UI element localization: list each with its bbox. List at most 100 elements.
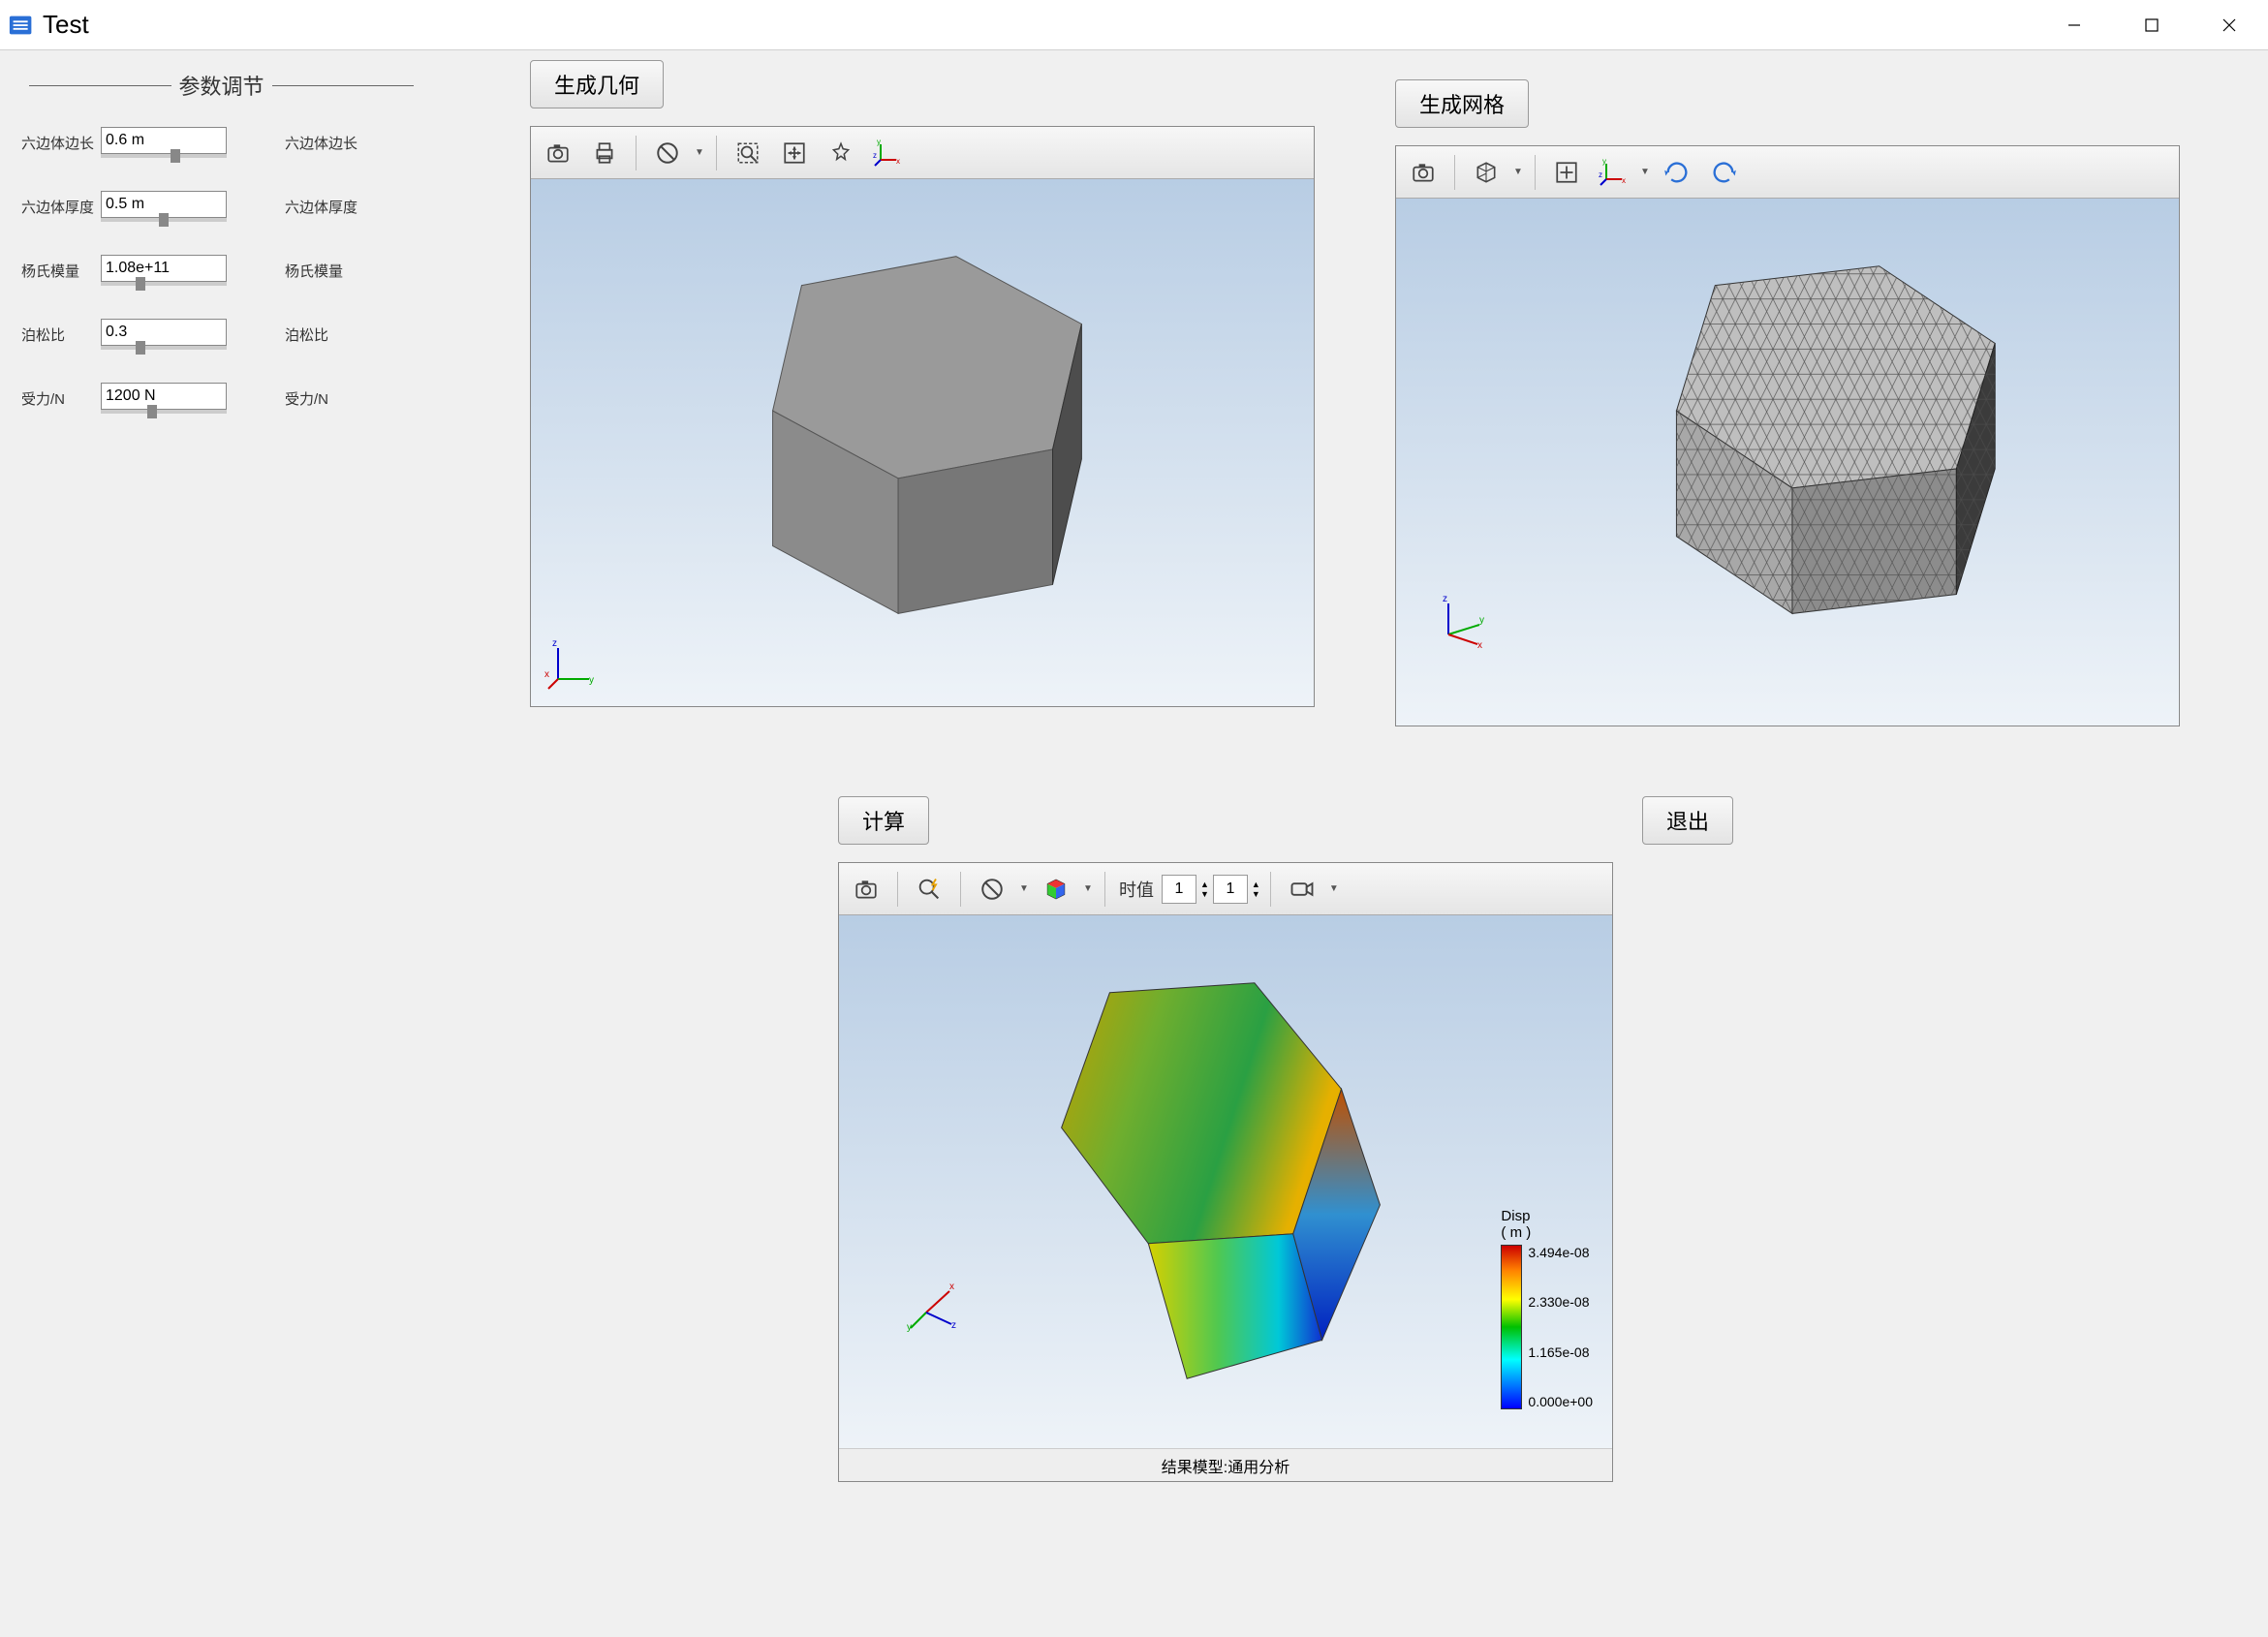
geometry-toolbar: ▼ y x z xyxy=(531,127,1314,179)
axis-triad-icon[interactable]: y x z xyxy=(1592,151,1634,194)
axis-gizmo: z y x xyxy=(544,634,603,693)
svg-text:y: y xyxy=(1479,615,1484,626)
compute-button[interactable]: 计算 xyxy=(838,796,929,845)
minimize-button[interactable] xyxy=(2035,0,2113,50)
camera-icon[interactable] xyxy=(537,132,579,174)
param-edge-length-label2: 六边体边长 xyxy=(285,133,357,153)
dropdown-icon[interactable]: ▼ xyxy=(1511,167,1525,177)
dropdown-icon[interactable]: ▼ xyxy=(1327,883,1341,894)
svg-text:z: z xyxy=(1599,170,1602,179)
time-label: 时值 xyxy=(1119,877,1154,902)
star-tool-icon[interactable] xyxy=(820,132,862,174)
legend-colorbar xyxy=(1501,1245,1522,1409)
window-controls xyxy=(2035,0,2268,50)
param-poisson-label: 泊松比 xyxy=(21,324,101,345)
mesh-canvas[interactable]: z y x xyxy=(1396,199,2179,726)
legend-tick: 1.165e-08 xyxy=(1528,1344,1593,1360)
svg-text:z: z xyxy=(552,638,557,649)
sidebar-heading-label: 参数调节 xyxy=(179,70,264,101)
svg-text:x: x xyxy=(949,1282,954,1292)
svg-text:y: y xyxy=(877,139,881,146)
param-row-edge-length: 六边体边长 0.6 m 六边体边长 xyxy=(21,110,421,174)
axis-triad-icon[interactable]: y x z xyxy=(866,132,909,174)
print-icon[interactable] xyxy=(583,132,626,174)
param-youngs-label: 杨氏模量 xyxy=(21,261,101,281)
svg-text:x: x xyxy=(1477,640,1482,648)
result-canvas[interactable]: x y z Disp ( m ) 3.494e-08 2.330e-08 1.165… xyxy=(839,915,1612,1448)
param-row-poisson: 泊松比 0.3 泊松比 xyxy=(21,302,421,366)
titlebar: Test xyxy=(0,0,2268,50)
param-row-force: 受力/N 1200 N 受力/N xyxy=(21,366,421,430)
sidebar: 参数调节 六边体边长 0.6 m 六边体边长 六边体厚度 0.5 m 六边体厚度… xyxy=(0,50,441,1637)
svg-text:y: y xyxy=(907,1322,912,1332)
param-thickness-label2: 六边体厚度 xyxy=(285,197,357,217)
spin-down-icon[interactable]: ▼ xyxy=(1200,889,1209,899)
cube-view-icon[interactable] xyxy=(1465,151,1507,194)
camera-icon[interactable] xyxy=(845,868,887,911)
time-value-input[interactable]: 1 xyxy=(1162,875,1196,904)
param-youngs-label2: 杨氏模量 xyxy=(285,261,343,281)
svg-text:z: z xyxy=(1443,594,1447,604)
mesh-viewport: ▼ y x z ▼ xyxy=(1395,145,2180,726)
generate-mesh-button[interactable]: 生成网格 xyxy=(1395,79,1529,128)
legend-tick: 0.000e+00 xyxy=(1528,1394,1593,1409)
param-force-slider[interactable] xyxy=(101,410,227,414)
zoom-lightning-icon[interactable] xyxy=(908,868,950,911)
mesh-toolbar: ▼ y x z ▼ xyxy=(1396,146,2179,199)
result-toolbar: ▼ ▼ 时值 1 ▲▼ 1 ▲▼ ▼ xyxy=(839,863,1612,915)
legend-title-line2: ( m ) xyxy=(1501,1224,1531,1241)
maximize-button[interactable] xyxy=(2113,0,2190,50)
dropdown-icon[interactable]: ▼ xyxy=(1017,883,1031,894)
sidebar-heading: 参数调节 xyxy=(21,70,421,101)
geometry-canvas[interactable]: z y x xyxy=(531,179,1314,706)
param-poisson-label2: 泊松比 xyxy=(285,324,328,345)
camera-icon[interactable] xyxy=(1402,151,1445,194)
svg-text:z: z xyxy=(951,1320,956,1331)
close-button[interactable] xyxy=(2190,0,2268,50)
svg-text:x: x xyxy=(544,669,549,680)
svg-text:x: x xyxy=(1622,176,1626,185)
color-legend: Disp ( m ) 3.494e-08 2.330e-08 1.165e-08… xyxy=(1501,1209,1593,1409)
color-cube-icon[interactable] xyxy=(1035,868,1077,911)
app-icon xyxy=(8,11,37,40)
video-icon[interactable] xyxy=(1281,868,1323,911)
geometry-viewport: ▼ yxz zyx xyxy=(530,126,1315,707)
param-youngs-slider[interactable] xyxy=(101,282,227,286)
fit-view-icon[interactable] xyxy=(773,132,816,174)
param-poisson-slider[interactable] xyxy=(101,346,227,350)
zoom-window-icon[interactable] xyxy=(727,132,769,174)
spin-up-icon[interactable]: ▲ xyxy=(1200,880,1209,889)
exit-button[interactable]: 退出 xyxy=(1642,796,1733,845)
spin-down-icon[interactable]: ▼ xyxy=(1252,889,1260,899)
dropdown-icon[interactable]: ▼ xyxy=(1081,883,1095,894)
param-row-youngs: 杨氏模量 1.08e+11 杨氏模量 xyxy=(21,238,421,302)
legend-title-line1: Disp xyxy=(1501,1208,1530,1224)
no-entry-icon[interactable] xyxy=(646,132,689,174)
rotate-cw-icon[interactable] xyxy=(1656,151,1698,194)
param-edge-length-slider[interactable] xyxy=(101,154,227,158)
legend-tick: 2.330e-08 xyxy=(1528,1294,1593,1310)
svg-text:x: x xyxy=(896,157,900,166)
param-thickness-label: 六边体厚度 xyxy=(21,197,101,217)
param-force-label: 受力/N xyxy=(21,388,101,409)
param-row-thickness: 六边体厚度 0.5 m 六边体厚度 xyxy=(21,174,421,238)
param-force-label2: 受力/N xyxy=(285,388,328,409)
svg-text:y: y xyxy=(1602,158,1606,166)
step-value-input[interactable]: 1 xyxy=(1213,875,1248,904)
fit-view-icon[interactable] xyxy=(1545,151,1588,194)
dropdown-icon[interactable]: ▼ xyxy=(1638,167,1652,177)
rotate-ccw-icon[interactable] xyxy=(1702,151,1745,194)
svg-text:z: z xyxy=(873,151,877,160)
param-thickness-slider[interactable] xyxy=(101,218,227,222)
legend-tick: 3.494e-08 xyxy=(1528,1245,1593,1260)
result-viewport: ▼ ▼ 时值 1 ▲▼ 1 ▲▼ ▼ xyxy=(838,862,1613,1482)
no-entry-icon[interactable] xyxy=(971,868,1013,911)
dropdown-icon[interactable]: ▼ xyxy=(693,147,706,158)
axis-gizmo: z y x xyxy=(1435,590,1493,648)
svg-text:y: y xyxy=(589,675,594,686)
axis-gizmo: x y z xyxy=(907,1274,965,1332)
spin-up-icon[interactable]: ▲ xyxy=(1252,880,1260,889)
generate-geometry-button[interactable]: 生成几何 xyxy=(530,60,664,108)
workarea: 生成几何 ▼ y x z xyxy=(441,50,2268,1637)
result-footer: 结果模型:通用分析 xyxy=(839,1448,1612,1481)
